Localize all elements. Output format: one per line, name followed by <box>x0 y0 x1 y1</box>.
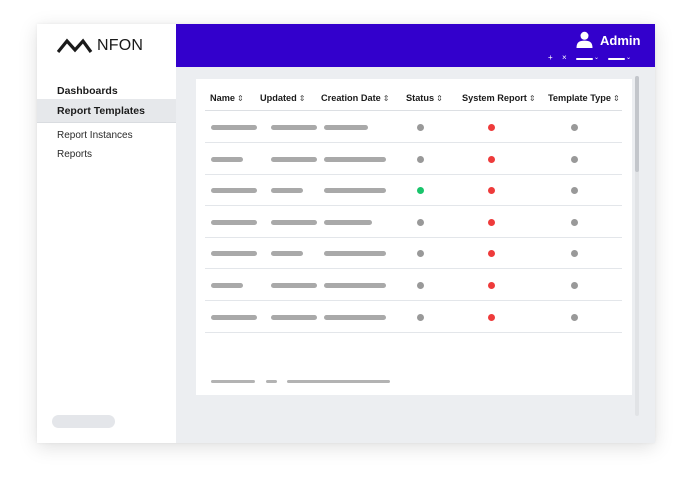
close-icon[interactable]: × <box>562 53 567 62</box>
cell-name <box>211 156 243 162</box>
status-indicator <box>417 218 424 226</box>
cell-creation-date <box>324 125 368 130</box>
column-header-system-report[interactable]: System Report ⇕ <box>462 93 536 103</box>
cell-updated <box>271 188 303 194</box>
status-indicator <box>417 282 424 289</box>
sort-icon: ⇕ <box>237 94 244 103</box>
sort-icon: ⇕ <box>612 94 620 103</box>
status-indicator <box>417 250 424 258</box>
cell-updated <box>271 251 303 257</box>
cell-updated <box>271 283 317 288</box>
status-indicator <box>417 124 424 131</box>
scroll-thumb[interactable] <box>635 76 639 172</box>
system-report-indicator <box>488 313 495 321</box>
cell-name <box>211 125 257 130</box>
column-header-creation-date[interactable]: Creation Date ⇕ <box>321 93 389 103</box>
table-row[interactable] <box>205 111 622 143</box>
column-header-status[interactable]: Status ⇕ <box>406 93 443 103</box>
table-row[interactable] <box>205 301 622 333</box>
sort-icon: ⇕ <box>528 94 536 103</box>
cell-creation-date <box>324 251 386 257</box>
cell-creation-date <box>324 219 372 225</box>
cell-creation-date <box>324 314 386 320</box>
pagination-info <box>211 380 255 383</box>
template-type-indicator <box>571 313 578 321</box>
cell-name <box>211 251 257 257</box>
column-header-updated[interactable]: Updated ⇕ <box>260 93 305 103</box>
sort-icon: ⇕ <box>298 94 306 103</box>
sidebar-item-dashboards[interactable]: Dashboards <box>57 85 118 97</box>
system-report-indicator <box>488 282 495 289</box>
table-row[interactable] <box>205 206 622 238</box>
table-row[interactable] <box>205 143 622 175</box>
user-name[interactable]: Admin <box>600 33 640 48</box>
template-type-indicator <box>571 282 578 289</box>
cell-name <box>211 283 243 288</box>
sidebar-divider <box>37 122 176 123</box>
cell-creation-date <box>324 283 386 288</box>
cell-name <box>211 314 257 320</box>
chevron-down-icon[interactable]: ⌄ <box>594 54 599 62</box>
scrollbar[interactable] <box>635 76 639 416</box>
table-row[interactable] <box>205 237 622 270</box>
template-type-indicator <box>571 187 578 195</box>
sidebar-item-label: Report Templates <box>57 105 145 117</box>
cell-updated <box>271 219 317 225</box>
dropdown-2-value[interactable] <box>608 58 625 60</box>
column-header-name[interactable]: Name ⇕ <box>210 93 244 103</box>
user-icon[interactable] <box>576 31 593 48</box>
template-type-indicator <box>571 250 578 258</box>
table-row[interactable] <box>205 174 622 207</box>
cell-name <box>211 188 257 194</box>
cell-name <box>211 219 257 225</box>
nfon-logo-mark-icon <box>57 38 93 54</box>
status-indicator <box>417 155 424 163</box>
app-window: NFON Dashboards Report Templates Report … <box>37 24 655 443</box>
chevron-down-icon[interactable]: ⌄ <box>626 54 631 62</box>
sort-icon: ⇕ <box>436 94 443 103</box>
status-indicator <box>417 187 424 195</box>
template-type-indicator <box>571 124 578 131</box>
add-icon[interactable]: + <box>548 53 553 62</box>
cell-updated <box>271 314 317 320</box>
pagination-control[interactable] <box>266 380 277 383</box>
table-row[interactable] <box>205 269 622 301</box>
system-report-indicator <box>488 187 495 195</box>
sidebar: NFON Dashboards Report Templates Report … <box>37 24 176 443</box>
sidebar-item-reports[interactable]: Reports <box>57 149 92 160</box>
cell-creation-date <box>324 156 386 162</box>
template-type-indicator <box>571 155 578 163</box>
status-indicator <box>417 313 424 321</box>
sidebar-item-report-instances[interactable]: Report Instances <box>57 130 133 141</box>
system-report-indicator <box>488 155 495 163</box>
system-report-indicator <box>488 250 495 258</box>
template-type-indicator <box>571 218 578 226</box>
report-templates-table: Name ⇕ Updated ⇕ Creation Date ⇕ Status ⇕ Sy… <box>196 79 632 395</box>
dropdown-1-value[interactable] <box>576 58 593 60</box>
column-header-template-type[interactable]: Template Type ⇕ <box>548 93 620 103</box>
sidebar-footer-pill[interactable] <box>52 415 115 428</box>
sort-icon: ⇕ <box>382 94 390 103</box>
brand-name: NFON <box>97 37 144 54</box>
brand-logo[interactable]: NFON <box>57 36 143 56</box>
pagination-pages[interactable] <box>287 380 390 383</box>
cell-updated <box>271 156 317 162</box>
top-bar: Admin + × ⌄ ⌄ <box>176 24 655 67</box>
sidebar-item-report-templates[interactable]: Report Templates <box>37 99 176 122</box>
system-report-indicator <box>488 124 495 131</box>
cell-updated <box>271 125 317 130</box>
system-report-indicator <box>488 218 495 226</box>
cell-creation-date <box>324 188 386 194</box>
